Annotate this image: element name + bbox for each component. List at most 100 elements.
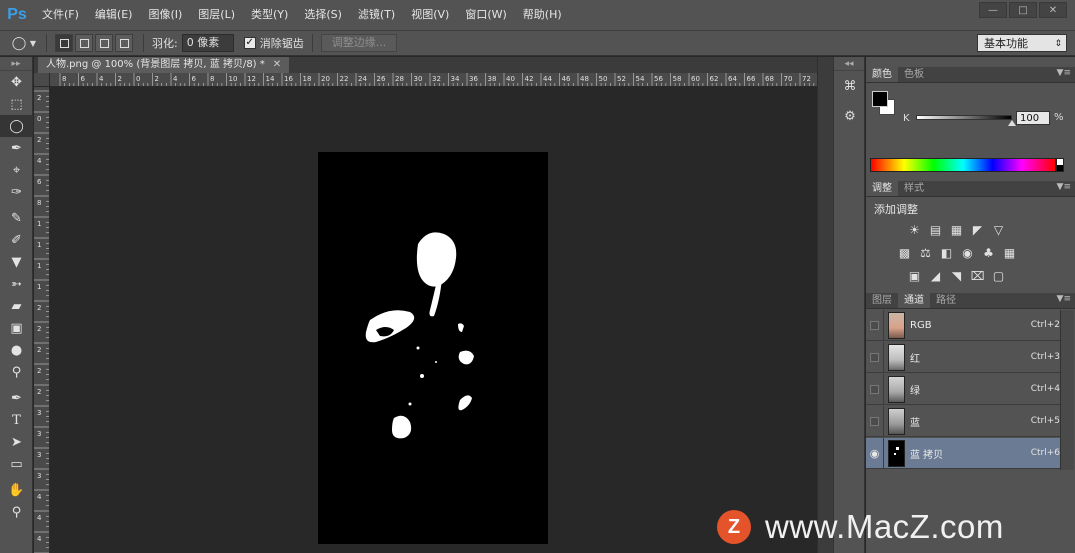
- black-white-icon[interactable]: ◧: [938, 244, 955, 261]
- exposure-icon[interactable]: ◤: [969, 221, 986, 238]
- shape-icon[interactable]: ▭: [0, 453, 33, 475]
- menu-select[interactable]: 选择(S): [296, 0, 350, 30]
- tab-paths[interactable]: 路径: [930, 293, 962, 308]
- lasso-icon[interactable]: ◯: [10, 34, 28, 52]
- type-icon[interactable]: T: [0, 409, 33, 431]
- channel-row-rgb[interactable]: RGB Ctrl+2: [866, 309, 1060, 341]
- selective-color-icon[interactable]: ▢: [990, 267, 1007, 284]
- healing-brush-icon[interactable]: ✎: [0, 207, 33, 229]
- minimize-icon[interactable]: —: [979, 2, 1007, 18]
- tab-styles[interactable]: 样式: [898, 181, 930, 196]
- adjustments-panel: 调整 样式 ▼≡ 添加调整 ☀ ▤ ▦ ◤ ▽ ▩ ⚖ ◧ ◉ ♣ ▦ ▣ ◢ …: [866, 181, 1075, 293]
- tab-color[interactable]: 颜色: [866, 67, 898, 82]
- dodge-icon[interactable]: ⚲: [0, 361, 33, 383]
- tab-adjustments[interactable]: 调整: [866, 181, 898, 196]
- channel-row-red[interactable]: 红 Ctrl+3: [866, 341, 1060, 373]
- clone-stamp-icon[interactable]: ▼: [0, 251, 33, 273]
- expand-icon[interactable]: ◂◂: [834, 57, 864, 71]
- invert-icon[interactable]: ▣: [906, 267, 923, 284]
- close-tab-icon[interactable]: ✕: [273, 59, 281, 70]
- menu-layer[interactable]: 图层(L): [190, 0, 243, 30]
- eraser-icon[interactable]: ▰: [0, 295, 33, 317]
- color-spectrum[interactable]: [870, 158, 1056, 172]
- panel-menu-icon[interactable]: ▼≡: [1057, 68, 1071, 78]
- channel-mixer-icon[interactable]: ♣: [980, 244, 997, 261]
- crop-icon[interactable]: ⌖: [0, 159, 33, 181]
- blur-icon[interactable]: ●: [0, 339, 33, 361]
- photo-filter-icon[interactable]: ◉: [959, 244, 976, 261]
- hand-icon[interactable]: ✋: [0, 479, 33, 501]
- threshold-icon[interactable]: ◥: [948, 267, 965, 284]
- menu-type[interactable]: 类型(Y): [243, 0, 296, 30]
- ruler-vertical[interactable]: 2 0 2 4 6 8 1 1 1 1 2 2 2 2 2 3 3 3 3 4 4 4: [34, 87, 50, 553]
- hue-saturation-icon[interactable]: ▩: [896, 244, 913, 261]
- workspace-select[interactable]: 基本功能 ⇕: [977, 34, 1067, 52]
- vibrance-icon[interactable]: ▽: [990, 221, 1007, 238]
- ruler-corner[interactable]: [34, 73, 50, 87]
- close-icon[interactable]: ✕: [1039, 2, 1067, 18]
- channel-row-blue-copy[interactable]: ◉ 蓝 拷贝 Ctrl+6: [866, 437, 1060, 469]
- properties-icon[interactable]: ⚙: [834, 101, 866, 131]
- ruler-label: 72: [802, 75, 811, 83]
- panel-menu-icon[interactable]: ▼≡: [1057, 294, 1071, 304]
- history-brush-icon[interactable]: ➳: [0, 273, 33, 295]
- marquee-icon[interactable]: ⬚: [0, 93, 33, 115]
- panel-menu-icon[interactable]: ▼≡: [1057, 182, 1071, 192]
- ruler-label: 28: [395, 75, 404, 83]
- add-selection-button[interactable]: [75, 34, 93, 52]
- tab-layers[interactable]: 图层: [866, 293, 898, 308]
- menu-image[interactable]: 图像(I): [140, 0, 190, 30]
- curves-icon[interactable]: ▦: [948, 221, 965, 238]
- move-icon[interactable]: ✥: [0, 71, 33, 93]
- levels-icon[interactable]: ▤: [927, 221, 944, 238]
- chevron-down-icon[interactable]: ▼: [28, 34, 38, 52]
- pen-icon[interactable]: ✒: [0, 387, 33, 409]
- visibility-toggle[interactable]: ◉: [866, 437, 884, 469]
- color-balance-icon[interactable]: ⚖: [917, 244, 934, 261]
- path-selection-icon[interactable]: ➤: [0, 431, 33, 453]
- foreground-color-swatch[interactable]: [872, 91, 888, 107]
- tab-channels[interactable]: 通道: [898, 293, 930, 308]
- brightness-icon[interactable]: ☀: [906, 221, 923, 238]
- menu-file[interactable]: 文件(F): [34, 0, 87, 30]
- gradient-map-icon[interactable]: ⌧: [969, 267, 986, 284]
- visibility-toggle[interactable]: [866, 341, 884, 373]
- menu-window[interactable]: 窗口(W): [457, 0, 514, 30]
- refine-edge-button[interactable]: 调整边缘...: [320, 34, 398, 52]
- quick-selection-icon[interactable]: ✒: [0, 137, 33, 159]
- zoom-icon[interactable]: ⚲: [0, 501, 33, 523]
- ruler-horizontal[interactable]: 8 6 4 2 0 2 4 6 8 10 12 14 16 18 20 22 24 26 28 30 32 34 36 38 4…: [50, 73, 817, 87]
- menu-edit[interactable]: 编辑(E): [87, 0, 141, 30]
- tab-swatches[interactable]: 色板: [898, 67, 930, 82]
- lasso-icon[interactable]: ◯: [0, 115, 33, 137]
- k-value-input[interactable]: 100: [1016, 111, 1050, 125]
- visibility-toggle[interactable]: [866, 405, 884, 437]
- channel-row-blue[interactable]: 蓝 Ctrl+5: [866, 405, 1060, 437]
- posterize-icon[interactable]: ◢: [927, 267, 944, 284]
- collapse-icon[interactable]: ▸▸: [0, 57, 32, 71]
- scrollbar[interactable]: [1060, 310, 1074, 470]
- maximize-icon[interactable]: □: [1009, 2, 1037, 18]
- slider-thumb-icon[interactable]: [1008, 120, 1016, 126]
- document-tab[interactable]: 人物.png @ 100% (背景图层 拷贝, 蓝 拷贝/8) * ✕: [38, 57, 290, 73]
- antialias-checkbox[interactable]: ✓: [243, 37, 256, 49]
- document-image[interactable]: [318, 152, 548, 544]
- channel-row-green[interactable]: 绿 Ctrl+4: [866, 373, 1060, 405]
- intersect-selection-button[interactable]: [115, 34, 133, 52]
- menu-view[interactable]: 视图(V): [403, 0, 457, 30]
- color-lookup-icon[interactable]: ▦: [1001, 244, 1018, 261]
- menu-filter[interactable]: 滤镜(T): [350, 0, 403, 30]
- visibility-toggle[interactable]: [866, 309, 884, 341]
- brush-icon[interactable]: ✐: [0, 229, 33, 251]
- eyedropper-icon[interactable]: ✑: [0, 181, 33, 203]
- menu-help[interactable]: 帮助(H): [515, 0, 570, 30]
- gradient-icon[interactable]: ▣: [0, 317, 33, 339]
- k-slider[interactable]: [916, 115, 1012, 120]
- canvas-area[interactable]: [50, 88, 817, 553]
- new-selection-button[interactable]: [55, 34, 73, 52]
- feather-input[interactable]: 0 像素: [181, 34, 234, 52]
- history-icon[interactable]: ⌘: [834, 71, 866, 101]
- black-white-swatch[interactable]: [1056, 158, 1064, 172]
- subtract-selection-button[interactable]: [95, 34, 113, 52]
- visibility-toggle[interactable]: [866, 373, 884, 405]
